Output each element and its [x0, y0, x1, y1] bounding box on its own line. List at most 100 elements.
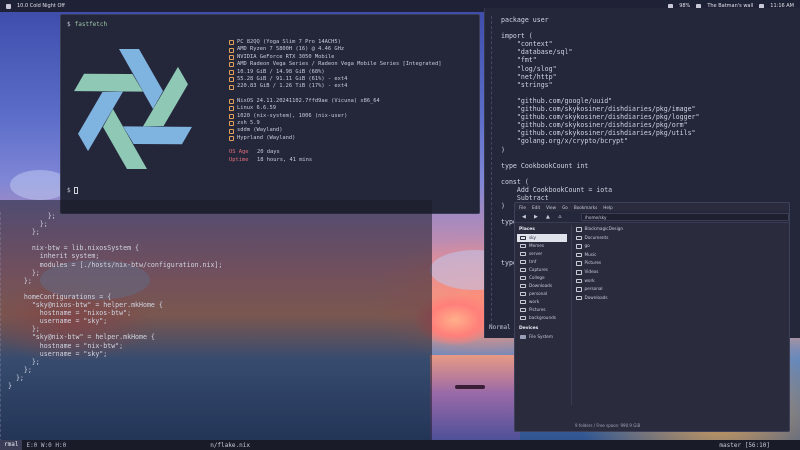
uptime-value: 18 hours, 41 mins	[257, 156, 313, 163]
code-line: "github.com/google/uuid"	[501, 96, 613, 105]
sidebar-item-label: Captures	[529, 267, 548, 272]
places-sidebar: Places sky Memes server tmf Captures Col…	[517, 225, 567, 425]
file-item[interactable]: Videos	[576, 268, 787, 277]
sidebar-item-backgrounds[interactable]: backgrounds	[517, 314, 567, 322]
code-line: "net/http"	[501, 72, 557, 81]
up-arrow-icon[interactable]: ▲	[545, 214, 551, 220]
folder-icon	[576, 270, 582, 275]
sidebar-item-college[interactable]: College	[517, 274, 567, 282]
sidebar-item-label: server	[529, 251, 543, 256]
menu-file[interactable]: File	[519, 205, 526, 210]
menu-bookmarks[interactable]: Bookmarks	[574, 205, 597, 210]
menu-go[interactable]: Go	[562, 205, 568, 210]
workspace-icon[interactable]	[6, 3, 11, 9]
location-bar[interactable]: /home/sky	[580, 212, 790, 221]
file-manager-toolbar: ◀ ▶ ▲ ⌂ /home/sky	[515, 211, 790, 223]
places-heading: Places	[519, 227, 535, 232]
file-name: Downloads	[584, 294, 608, 300]
sidebar-item-label: College	[529, 275, 545, 280]
uptime-key: Uptime	[229, 156, 249, 163]
drive-icon	[520, 335, 526, 339]
file-item[interactable]: BlackmagicDesign	[576, 225, 787, 234]
code-line: modules = [./hosts/nix-btw/configuration…	[8, 260, 223, 269]
info-os: NixOS 24.11.20241102.7ffd9ae (Vicuna) x8…	[237, 97, 380, 104]
file-name: Pictures	[584, 260, 602, 266]
file-manager-window[interactable]: File Edit View Go Bookmarks Help ◀ ▶ ▲ ⌂…	[514, 202, 790, 432]
workspace-label[interactable]: 10.0 Cold Night Off	[17, 3, 65, 9]
folder-icon	[576, 235, 582, 241]
code-line: };	[8, 228, 40, 237]
file-item[interactable]: personal	[576, 285, 787, 294]
menu-view[interactable]: View	[546, 205, 556, 210]
sidebar-item-label: personal	[529, 291, 548, 296]
folder-icon	[520, 251, 526, 257]
terminal-prompt[interactable]: $	[67, 187, 78, 194]
hardware-info: PC 82QQ (Yoga Slim 7 Pro 14ACH5) AMD Ryz…	[229, 39, 441, 91]
disk-icon	[229, 77, 234, 83]
sidebar-item-downloads[interactable]: Downloads	[517, 282, 567, 290]
folder-icon	[576, 278, 582, 284]
folder-icon	[576, 295, 582, 301]
sidebar-item-tmf[interactable]: tmf	[517, 258, 567, 266]
file-item[interactable]: Downloads	[576, 294, 787, 303]
prompt-sigil: $	[67, 187, 71, 194]
sidebar-item-server[interactable]: server	[517, 250, 567, 258]
code-line: };	[8, 373, 24, 382]
code-line: import (	[501, 32, 533, 41]
linux-icon	[229, 106, 234, 112]
info-row: Hyprland (Wayland)	[229, 135, 441, 142]
info-gpu: NVIDIA GeForce RTX 3050 Mobile	[237, 53, 335, 60]
code-line: username = "sky";	[8, 317, 108, 326]
sidebar-item-label: sky	[529, 235, 536, 240]
devices-heading: Devices	[519, 326, 539, 331]
code-buffer[interactable]: }; }; }; nix-btw = lib.nixosSystem { inh…	[8, 212, 222, 390]
wallpaper-boat	[455, 385, 485, 389]
file-item[interactable]: Pictures	[576, 259, 787, 268]
file-item[interactable]: go	[576, 242, 787, 251]
system-info: PC 82QQ (Yoga Slim 7 Pro 14ACH5) AMD Ryz…	[229, 39, 441, 164]
sidebar-item-label: Pictures	[529, 307, 546, 312]
sidebar-item-file-system[interactable]: File System	[517, 333, 567, 341]
file-item[interactable]: work	[576, 277, 787, 286]
software-info: NixOS 24.11.20241102.7ffd9ae (Vicuna) x8…	[229, 98, 441, 142]
sidebar-item-captures[interactable]: Captures	[517, 266, 567, 274]
menu-help[interactable]: Help	[603, 205, 613, 210]
sidebar-item-personal[interactable]: personal	[517, 290, 567, 298]
info-shell: zsh 5.9	[237, 120, 260, 127]
folder-icon	[520, 259, 526, 265]
code-line: "sky@nix-btw" = helper.mkHome {	[8, 333, 155, 342]
code-line: "log/slog"	[501, 64, 557, 73]
file-name: Music	[584, 251, 597, 257]
folder-icon	[576, 261, 582, 266]
code-line: )	[501, 145, 505, 154]
info-row: Uptime 18 hours, 41 mins	[229, 157, 441, 164]
info-row: 10.19 GiB / 14.98 GiB (68%)	[229, 69, 441, 76]
menu-edit[interactable]: Edit	[532, 205, 540, 210]
sidebar-item-work[interactable]: work	[517, 298, 567, 306]
folder-icon	[520, 275, 526, 281]
fastfetch-terminal[interactable]: $ fastfetch PC 82QQ (Yoga Slim 7 Pro 14A…	[60, 14, 480, 214]
file-item[interactable]: Music	[576, 251, 787, 260]
sidebar-item-label: Downloads	[529, 283, 552, 288]
forward-arrow-icon[interactable]: ▶	[533, 214, 539, 220]
indent-guide	[491, 16, 495, 326]
diagnostics-count: E:0 W:0 H:0	[26, 441, 67, 449]
file-item[interactable]: Documents	[576, 234, 787, 243]
info-disk-root: 55.28 GiB / 91.11 GiB (61%) - ext4	[237, 76, 348, 83]
info-row: 55.28 GiB / 91.11 GiB (61%) - ext4	[229, 76, 441, 83]
sidebar-item-pictures[interactable]: Pictures	[517, 306, 567, 314]
sidebar-item-label: Memes	[529, 243, 545, 248]
editor-statusline: rmal E:0 W:0 H:0 n/flake.nix master [56:…	[0, 440, 800, 450]
home-icon[interactable]: ⌂	[557, 214, 563, 220]
folder-icon	[520, 243, 526, 249]
sidebar-item-memes[interactable]: Memes	[517, 242, 567, 250]
sidebar-item-label: backgrounds	[529, 315, 556, 320]
back-arrow-icon[interactable]: ◀	[521, 214, 527, 220]
file-name: Videos	[584, 268, 599, 274]
flake-editor[interactable]: }; }; }; nix-btw = lib.nixosSystem { inh…	[0, 200, 432, 442]
sidebar-item-sky[interactable]: sky	[517, 234, 567, 242]
code-line: inherit system;	[8, 252, 100, 261]
info-row: PC 82QQ (Yoga Slim 7 Pro 14ACH5)	[229, 39, 441, 46]
wallpaper-water	[430, 355, 520, 450]
